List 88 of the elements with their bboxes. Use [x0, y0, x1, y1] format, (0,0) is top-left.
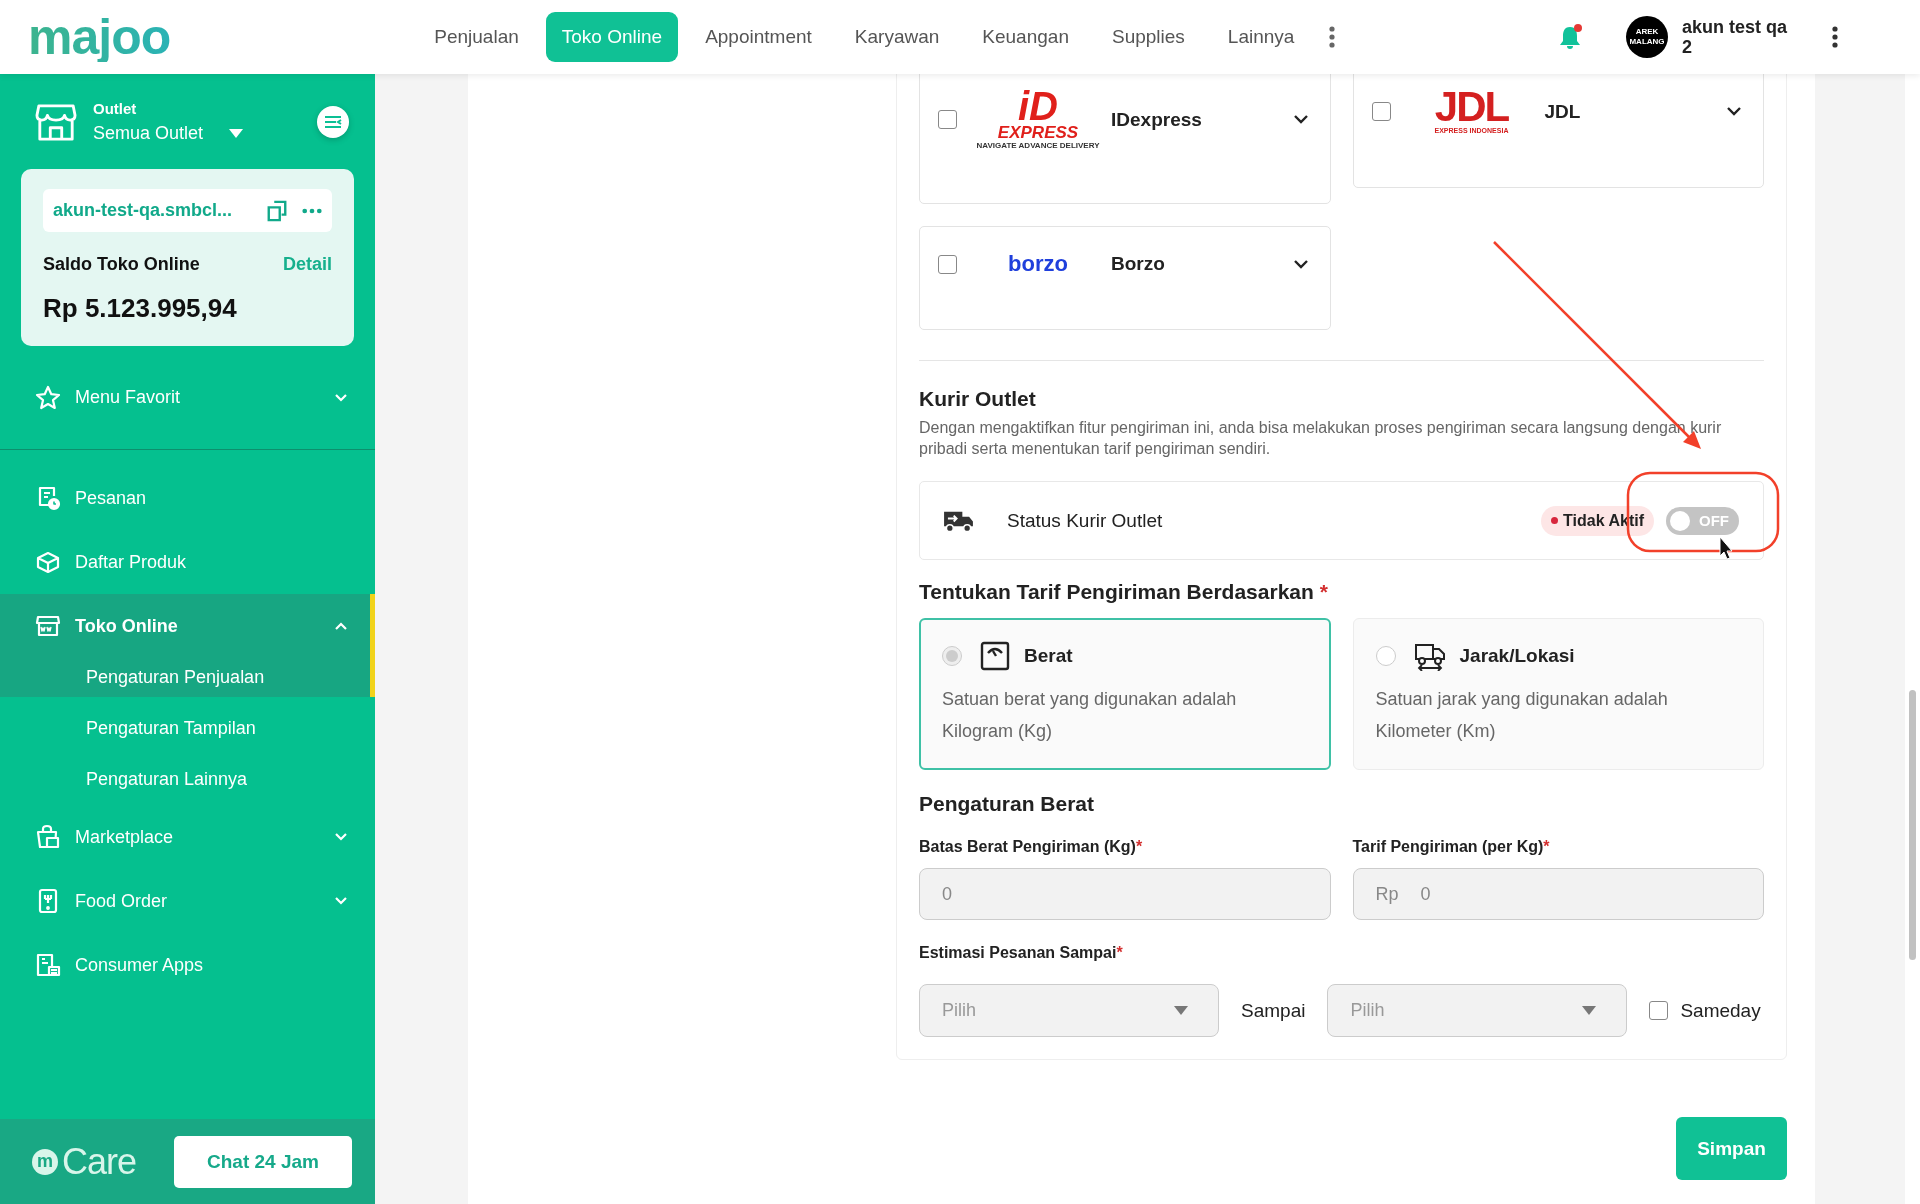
save-button[interactable]: Simpan: [1676, 1117, 1787, 1180]
checkbox[interactable]: [938, 110, 957, 129]
user-name[interactable]: akun test qa 2: [1682, 17, 1800, 57]
nav-tab[interactable]: Supplies: [1095, 12, 1201, 62]
chevron-down-icon[interactable]: [1727, 107, 1741, 116]
option-description: Satuan berat yang digunakan adalah Kilogram (Kg): [942, 688, 1238, 743]
balance-amount: Rp 5.123.995,94: [43, 293, 238, 324]
courier-name: IDexpress: [1111, 108, 1202, 131]
detail-link[interactable]: Detail: [282, 254, 332, 275]
sidebar-menu-item[interactable]: Pesanan: [0, 466, 375, 530]
select-field[interactable]: Pilih: [1327, 984, 1628, 1037]
nav-tab[interactable]: Penjualan: [418, 12, 535, 62]
courier-logo-text: JDL: [1434, 88, 1509, 126]
chat-button[interactable]: Chat 24 Jam: [174, 1135, 352, 1188]
collapse-sidebar-button[interactable]: [317, 105, 349, 138]
section-title: Kurir Outlet: [919, 387, 1037, 411]
chevron-icon: [335, 833, 347, 841]
select-field[interactable]: Pilih: [919, 984, 1219, 1037]
nav-tab[interactable]: Lainnya: [1211, 12, 1311, 62]
sidebar-menu-item[interactable]: Consumer Apps: [0, 933, 375, 997]
sidebar-submenu-item[interactable]: Pengaturan Penjualan: [0, 658, 375, 697]
shop-icon: [35, 613, 61, 639]
nav-tab[interactable]: Toko Online: [545, 12, 679, 62]
chevron-icon: [335, 897, 347, 905]
field-label: Batas Berat Pengiriman (Kg)*: [919, 838, 1144, 856]
courier-logo-text: borzo: [1008, 251, 1068, 277]
notification-bell-icon[interactable]: [1558, 23, 1584, 51]
sidebar-menu-item[interactable]: Food Order: [0, 869, 375, 933]
sidebar-menu-item[interactable]: Marketplace: [0, 805, 375, 869]
cursor-icon: [1719, 536, 1733, 560]
balance-label: Saldo Toko Online: [43, 254, 200, 275]
sidebar-submenu-item[interactable]: Pengaturan Tampilan: [0, 703, 375, 754]
care-logo-badge: m: [32, 1148, 58, 1175]
option-title: Berat: [1024, 645, 1073, 667]
outlet-label: Outlet: [93, 99, 138, 117]
store-url-field[interactable]: akun-test-qa.smbcl...: [43, 189, 332, 232]
field-label: Tarif Pengiriman (per Kg)*: [1352, 838, 1551, 856]
courier-name: JDL: [1544, 100, 1581, 123]
menu-collapse-icon: [324, 114, 342, 129]
option-card[interactable]: Jarak/Lokasi Satuan jarak yang digunakan adalah Kilometer (Km): [1352, 618, 1764, 770]
nav-tab[interactable]: Keuangan: [966, 12, 1085, 62]
courier-logo-text: NAVIGATE ADVANCE DELIVERY: [976, 141, 1100, 151]
status-label: Status Kurir Outlet: [1007, 509, 1163, 532]
section-title: Tentukan Tarif Pengiriman Berdasarkan *: [919, 580, 1329, 604]
caret-icon: [1582, 1006, 1597, 1015]
toggle-switch[interactable]: OFF: [1666, 506, 1739, 535]
nav-tab[interactable]: Karyawan: [838, 12, 956, 62]
field-label: Estimasi Pesanan Sampai*: [919, 944, 1124, 962]
apps-icon: [35, 952, 61, 978]
star-icon: [35, 384, 61, 411]
care-logo-text: Care: [62, 1140, 137, 1183]
option-title: Jarak/Lokasi: [1459, 645, 1575, 667]
radio-button[interactable]: [942, 646, 962, 666]
avatar-logo[interactable]: AREK MALANG: [1626, 16, 1668, 58]
scale-icon: [980, 641, 1010, 671]
checkbox[interactable]: [1371, 102, 1391, 121]
chevron-down-icon[interactable]: [1293, 115, 1308, 124]
truck-icon: [1413, 641, 1446, 671]
scrollbar[interactable]: [1905, 74, 1920, 1204]
option-description: Satuan jarak yang digunakan adalah Kilometer (Km): [1375, 688, 1669, 743]
more-icon[interactable]: [1329, 26, 1336, 48]
chevron-icon: [335, 622, 347, 630]
sidebar-menu-item[interactable]: Daftar Produk: [0, 530, 375, 594]
input-field[interactable]: 0: [919, 868, 1331, 920]
sidebar-menu-item[interactable]: Toko Online: [0, 594, 375, 658]
courier-logo-text: EXPRESS: [997, 124, 1079, 141]
bag-icon: [35, 824, 61, 850]
more-icon[interactable]: [1832, 26, 1838, 48]
caret-icon: [229, 128, 244, 138]
box-icon: [35, 549, 61, 575]
checkbox-label: Sameday: [1680, 999, 1761, 1022]
sidebar-submenu-item[interactable]: Pengaturan Lainnya: [0, 754, 375, 805]
copy-icon[interactable]: [266, 198, 288, 223]
courier-logo-text: iD: [1018, 88, 1058, 124]
input-field[interactable]: Rp 0: [1352, 868, 1764, 920]
caret-icon: [1174, 1006, 1188, 1015]
chevron-icon: [335, 393, 347, 402]
checkbox[interactable]: [1649, 1001, 1669, 1020]
courier-name: Borzo: [1111, 253, 1165, 275]
nav-tab[interactable]: Appointment: [689, 12, 828, 62]
store-icon: [35, 101, 77, 142]
outlet-dropdown[interactable]: Semua Outlet: [93, 122, 244, 144]
section-title: Pengaturan Berat: [919, 792, 1096, 816]
range-separator: Sampai: [1241, 999, 1306, 1022]
option-card[interactable]: Berat Satuan berat yang digunakan adalah Kilogram (Kg): [919, 618, 1331, 770]
checkbox[interactable]: [938, 254, 957, 274]
radio-button[interactable]: [1375, 646, 1396, 666]
chevron-down-icon[interactable]: [1293, 259, 1308, 269]
